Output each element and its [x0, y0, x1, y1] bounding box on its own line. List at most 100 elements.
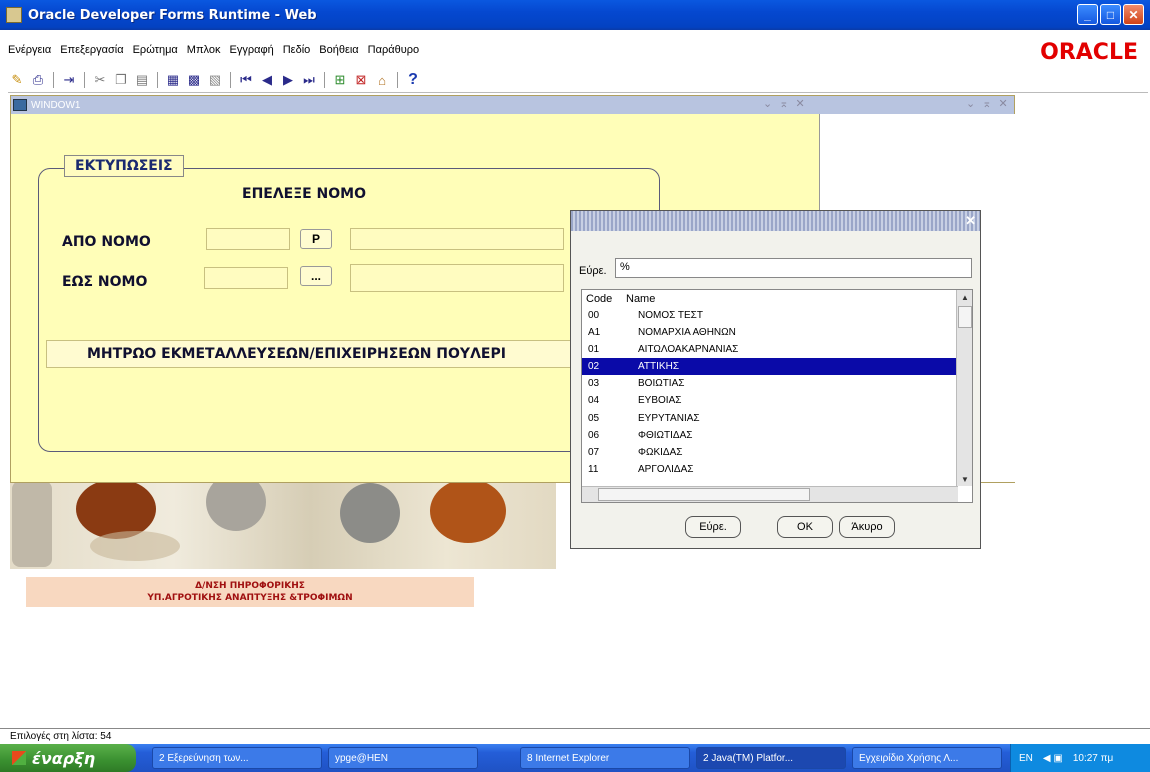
row-code: A1	[588, 327, 601, 339]
lov-titlebar[interactable]: ✕	[571, 211, 980, 231]
oracle-logo: ORACLE	[1040, 40, 1138, 65]
scroll-thumb[interactable]	[958, 306, 972, 328]
clock: 10:27 πμ	[1072, 752, 1114, 764]
delete-record-icon[interactable]: ⊠	[352, 71, 370, 89]
credit-banner: Δ/ΝΣΗ ΠΗΡΟΦΟΡΙΚΗΣ ΥΠ.ΑΓΡΟΤΙΚΗΣ ΑΝΑΠΤΥΞΗΣ…	[26, 577, 474, 607]
to-name-field[interactable]	[350, 264, 564, 292]
taskbar-item-ie[interactable]: 8 Internet Explorer	[520, 747, 690, 769]
lov-rows: 00 ΝΟΜΟΣ ΤΕΣΤ A1 ΝΟΜΑΡΧΙΑ ΑΘΗΝΩΝ 01 ΑΙΤΩΛΟΑ…	[582, 307, 956, 478]
from-name-field[interactable]	[350, 228, 564, 250]
start-button[interactable]: έναρξη	[0, 744, 136, 772]
title-bar: Oracle Developer Forms Runtime - Web _ □…	[0, 0, 1150, 30]
hens-picture	[10, 483, 556, 569]
menu-help[interactable]: Βοήθεια	[319, 44, 358, 56]
save-icon[interactable]: ✎	[8, 71, 26, 89]
cut-icon[interactable]: ✂	[91, 71, 109, 89]
column-header-code[interactable]: Code	[586, 293, 612, 305]
list-item[interactable]: 00 ΝΟΜΟΣ ΤΕΣΤ	[582, 307, 956, 324]
list-item[interactable]: 01 ΑΙΤΩΛΟΑΚΑΡΝΑΝΙΑΣ	[582, 341, 956, 358]
next-record-icon[interactable]: ▶	[279, 71, 297, 89]
menu-record[interactable]: Εγγραφή	[230, 44, 274, 56]
menu-window[interactable]: Παράθυρο	[368, 44, 419, 56]
first-record-icon[interactable]: ⏮	[237, 71, 255, 89]
lock-record-icon[interactable]: ⌂	[373, 71, 391, 89]
list-item-selected[interactable]: 02 ΑΤΤΙΚΗΣ	[582, 358, 956, 376]
lov-close-icon[interactable]: ✕	[965, 213, 976, 229]
row-name: ΝΟΜΟΣ ΤΕΣΤ	[638, 310, 703, 321]
lov-ok-button[interactable]: OK	[777, 516, 833, 538]
form-window-titlebar: WINDOW1 ⌄ ⌅ ✕ ⌄ ⌅ ✕	[11, 96, 1014, 114]
report-button[interactable]: ΜΗΤΡΩΟ ΕΚΜΕΤΑΛΛΕΥΣΕΩΝ/ΕΠΙΧΕΙΡΗΣΕΩΝ ΠΟΥΛΕ…	[46, 340, 576, 368]
right-panel-controls[interactable]: ⌄ ⌅ ✕	[966, 97, 1010, 110]
copy-icon[interactable]: ❐	[112, 71, 130, 89]
taskbar-item-manual[interactable]: Εγχειρίδιο Χρήσης Λ...	[852, 747, 1002, 769]
form-window-icon	[13, 99, 27, 111]
previous-record-icon[interactable]: ◀	[258, 71, 276, 89]
exit-icon[interactable]: ⇥	[60, 71, 78, 89]
form-window-controls[interactable]: ⌄ ⌅ ✕	[763, 97, 807, 110]
toolbar-separator	[397, 72, 398, 88]
menu-action[interactable]: Ενέργεια	[8, 44, 51, 56]
frame-heading: ΕΠΕΛΕΞΕ ΝΟΜΟ	[242, 186, 366, 202]
list-item[interactable]: 11 ΑΡΓΟΛΙΔΑΣ	[582, 461, 956, 478]
taskbar-item-java[interactable]: 2 Java(TM) Platfor...	[696, 747, 846, 769]
insert-record-icon[interactable]: ⊞	[331, 71, 349, 89]
toolbar-separator	[53, 72, 54, 88]
language-indicator[interactable]: EN	[1019, 753, 1033, 764]
taskbar-item-explorer[interactable]: 2 Εξερεύνηση των...	[152, 747, 322, 769]
windows-flag-icon	[12, 751, 26, 765]
lov-dialog: ✕ Εύρε. % Code Name 00 ΝΟΜΟΣ ΤΕΣΤ A1 ΝΟΜΑΡ…	[570, 210, 981, 549]
minimize-button[interactable]: _	[1077, 4, 1098, 25]
enter-query-icon[interactable]: ▦	[164, 71, 182, 89]
menu-block[interactable]: Μπλοκ	[187, 44, 221, 56]
lov-cancel-button[interactable]: Άκυρο	[839, 516, 895, 538]
row-name: ΑΙΤΩΛΟΑΚΑΡΝΑΝΙΑΣ	[638, 344, 739, 356]
list-item[interactable]: 03 ΒΟΙΩΤΙΑΣ	[582, 375, 956, 392]
lov-list[interactable]: Code Name 00 ΝΟΜΟΣ ΤΕΣΤ A1 ΝΟΜΑΡΧΙΑ ΑΘΗΝΩΝ…	[581, 289, 973, 503]
list-item[interactable]: 07 ΦΩΚΙΔΑΣ	[582, 444, 956, 461]
system-tray: EN ◀ ▣ 10:27 πμ	[1010, 744, 1150, 772]
row-code: 06	[588, 429, 600, 441]
help-icon[interactable]: ?	[404, 71, 422, 89]
lov-find-button[interactable]: Εύρε.	[685, 516, 741, 538]
tray-icons: ◀ ▣	[1042, 752, 1063, 764]
toolbar-separator	[324, 72, 325, 88]
row-code: 07	[588, 446, 600, 458]
form-window-title: WINDOW1	[31, 99, 81, 111]
lov-find-label: Εύρε.	[579, 265, 607, 277]
to-code-field[interactable]	[204, 267, 288, 289]
menu-query[interactable]: Ερώτημα	[133, 44, 178, 56]
list-item[interactable]: 06 ΦΘΙΩΤΙΔΑΣ	[582, 427, 956, 444]
list-item[interactable]: A1 ΝΟΜΑΡΧΙΑ ΑΘΗΝΩΝ	[582, 324, 956, 341]
scroll-up-icon[interactable]: ▲	[957, 290, 973, 304]
window-title: Oracle Developer Forms Runtime - Web	[28, 7, 317, 23]
last-record-icon[interactable]: ⏭	[300, 71, 318, 89]
list-item[interactable]: 05 ΕΥΡΥΤΑΝΙΑΣ	[582, 410, 956, 427]
column-header-name[interactable]: Name	[626, 293, 655, 305]
app-icon	[6, 7, 22, 23]
lov-find-input[interactable]: %	[615, 258, 972, 278]
row-name: ΦΘΙΩΤΙΔΑΣ	[638, 429, 693, 441]
execute-query-icon[interactable]: ▩	[185, 71, 203, 89]
hscroll-thumb[interactable]	[598, 488, 810, 501]
paste-icon[interactable]: ▤	[133, 71, 151, 89]
taskbar-item-ypge[interactable]: ypge@HEN	[328, 747, 478, 769]
row-code: 01	[588, 344, 600, 356]
from-code-field[interactable]	[206, 228, 290, 250]
horizontal-scrollbar[interactable]	[582, 486, 958, 502]
scroll-down-icon[interactable]: ▼	[957, 472, 973, 486]
menu-edit[interactable]: Επεξεργασία	[60, 44, 123, 56]
maximize-button[interactable]: □	[1100, 4, 1121, 25]
frame-title: ΕΚΤΥΠΩΣΕΙΣ	[64, 155, 184, 177]
row-code: 03	[588, 378, 600, 390]
list-item[interactable]: 04 ΕΥΒΟΙΑΣ	[582, 392, 956, 409]
row-name: ΝΟΜΑΡΧΙΑ ΑΘΗΝΩΝ	[638, 327, 736, 339]
menu-field[interactable]: Πεδίο	[283, 44, 311, 56]
cancel-query-icon[interactable]: ▧	[206, 71, 224, 89]
close-button[interactable]: ✕	[1123, 4, 1144, 25]
to-lov-button[interactable]: ...	[300, 266, 332, 286]
vertical-scrollbar[interactable]: ▲ ▼	[956, 290, 972, 486]
from-lov-button[interactable]: P	[300, 229, 332, 249]
start-label: έναρξη	[32, 748, 96, 768]
print-icon[interactable]: ⎙	[29, 71, 47, 89]
